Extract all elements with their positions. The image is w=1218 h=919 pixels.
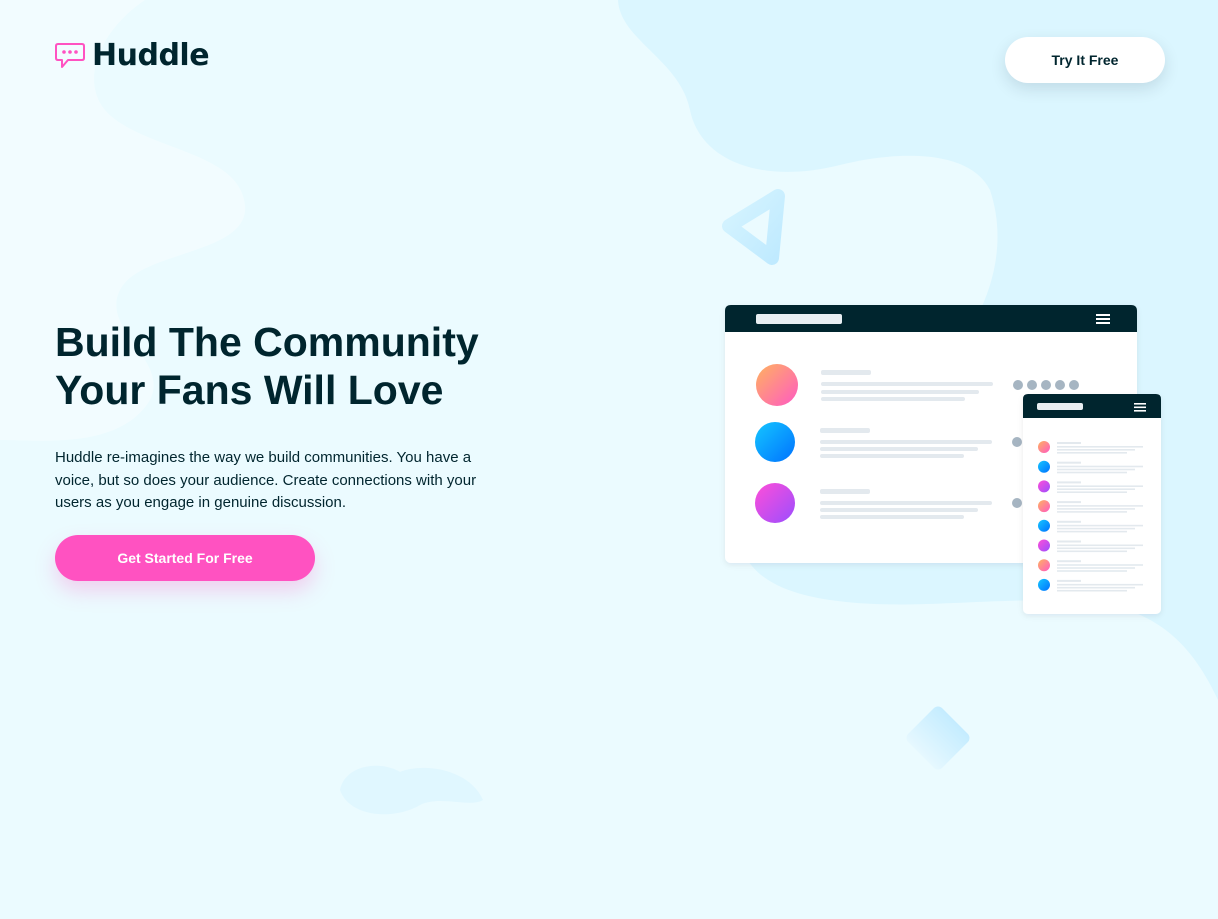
placeholder-line xyxy=(1057,520,1081,523)
placeholder-line xyxy=(1057,560,1081,563)
placeholder-line xyxy=(1057,452,1127,454)
placeholder-line xyxy=(1057,544,1143,547)
placeholder-line xyxy=(1057,586,1135,589)
placeholder-line xyxy=(1057,579,1081,582)
placeholder-line xyxy=(1057,442,1081,444)
placeholder-line xyxy=(1057,589,1127,592)
hamburger-menu-icon xyxy=(1134,403,1146,412)
placeholder-line xyxy=(1057,471,1127,474)
avatar xyxy=(1038,519,1050,532)
placeholder-line xyxy=(1057,505,1143,507)
mobile-window xyxy=(1023,394,1161,614)
placeholder-line xyxy=(1057,540,1081,543)
placeholder-line xyxy=(1057,550,1127,553)
placeholder-line xyxy=(1057,446,1143,448)
site-header: Huddle Try It Free xyxy=(0,0,1218,120)
placeholder-line xyxy=(1057,567,1135,569)
hero-title-line: Build The Community xyxy=(55,319,479,365)
avatar xyxy=(1038,500,1050,513)
placeholder-line xyxy=(1057,508,1135,510)
placeholder-line xyxy=(1057,501,1081,504)
try-it-free-button[interactable]: Try It Free xyxy=(1005,37,1165,83)
avatar xyxy=(1038,460,1050,473)
avatar xyxy=(755,422,795,462)
brand-logo[interactable]: Huddle xyxy=(54,38,210,73)
avatar xyxy=(1038,578,1050,591)
placeholder-line xyxy=(1057,564,1143,566)
placeholder-line xyxy=(1057,524,1143,527)
placeholder-line xyxy=(1057,570,1127,572)
avatar xyxy=(1038,539,1050,552)
placeholder-line xyxy=(1057,485,1143,487)
placeholder-line xyxy=(1057,449,1135,451)
avatar xyxy=(1038,480,1050,493)
placeholder-line xyxy=(1057,527,1135,530)
avatar xyxy=(1038,441,1050,453)
brand-name: Huddle xyxy=(92,38,210,73)
placeholder-line xyxy=(1057,530,1127,533)
hero-title: Build The Community Your Fans Will Love xyxy=(55,318,515,414)
hamburger-menu-icon xyxy=(1096,314,1110,324)
placeholder-line xyxy=(1057,491,1127,493)
hero-section: Build The Community Your Fans Will Love … xyxy=(55,318,515,515)
placeholder-line xyxy=(1057,468,1135,471)
placeholder-line xyxy=(1057,461,1081,464)
placeholder-line xyxy=(1057,547,1135,550)
placeholder-line xyxy=(1057,465,1143,468)
hero-description: Huddle re-imagines the way we build comm… xyxy=(55,449,477,511)
hero-title-line: Your Fans Will Love xyxy=(55,367,444,413)
placeholder-line xyxy=(1057,481,1081,484)
placeholder-line xyxy=(1057,488,1135,490)
placeholder-line xyxy=(1057,511,1127,513)
chat-bubble-icon xyxy=(55,43,85,68)
get-started-button[interactable]: Get Started For Free xyxy=(55,535,315,581)
placeholder-line xyxy=(1057,583,1143,586)
avatar xyxy=(755,483,795,523)
avatar xyxy=(1038,559,1050,572)
avatar xyxy=(756,364,798,406)
